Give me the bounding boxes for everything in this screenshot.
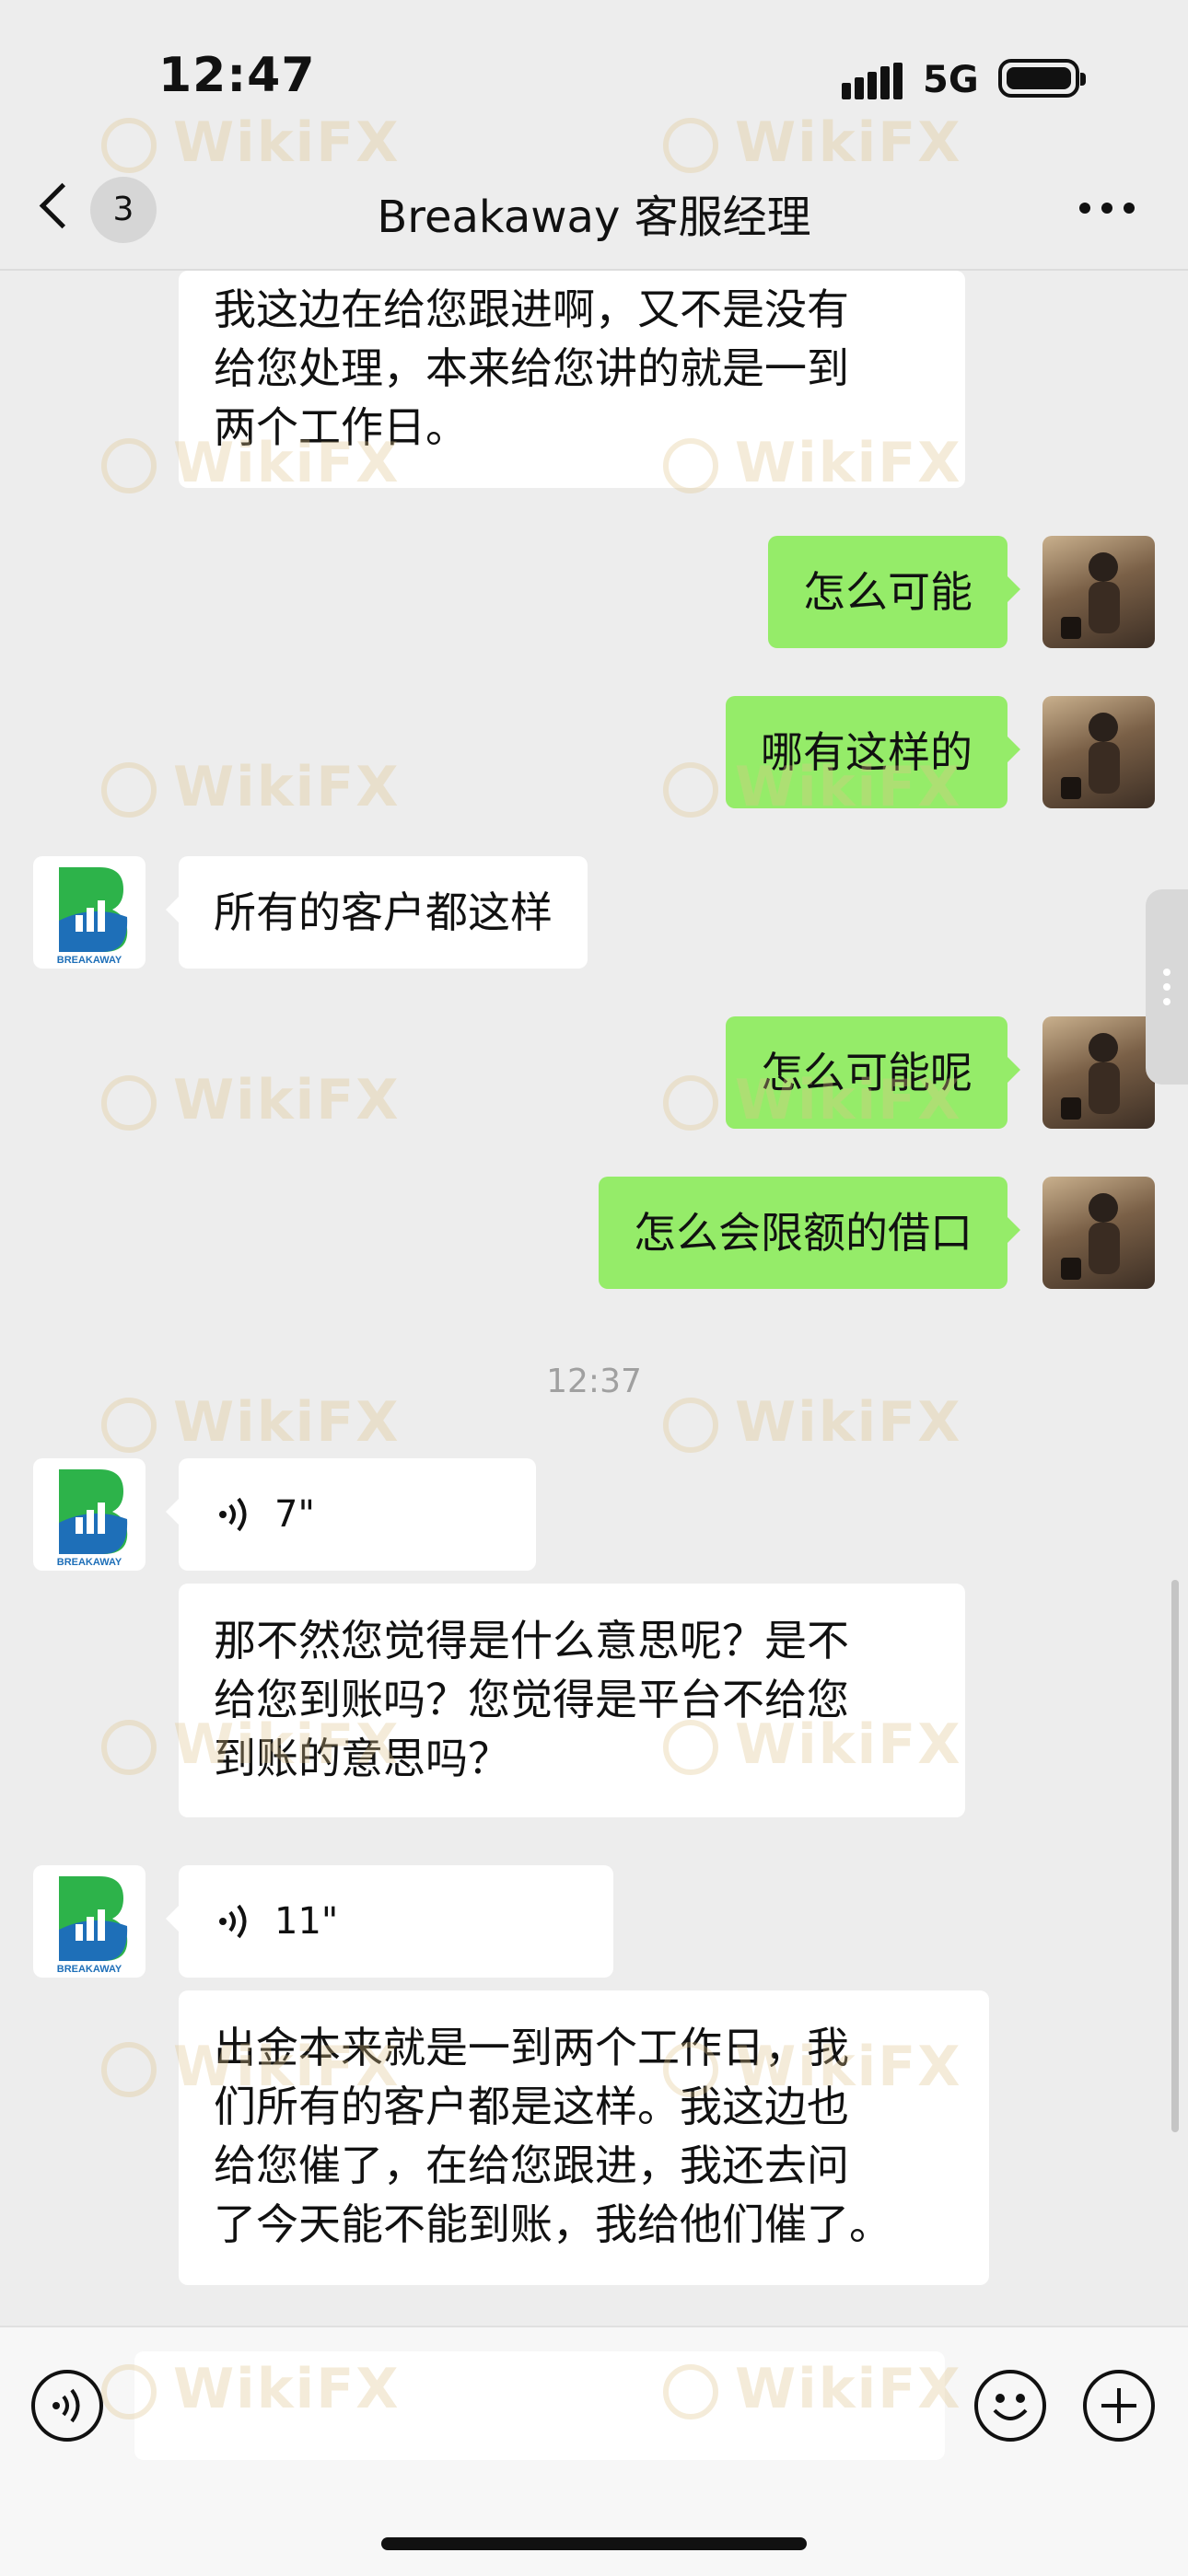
plus-icon bbox=[1101, 2388, 1136, 2423]
wikifx-logo-icon bbox=[101, 118, 157, 174]
message-line: 出金本来就是一到两个工作日，我 bbox=[214, 2023, 849, 2072]
dot-icon bbox=[1079, 203, 1090, 214]
status-time: 12:47 bbox=[158, 48, 316, 103]
voice-wave-icon bbox=[219, 1904, 247, 1939]
signal-icon bbox=[842, 63, 903, 99]
home-indicator[interactable] bbox=[381, 2537, 807, 2550]
chat-title: Breakaway 客服经理 bbox=[377, 191, 811, 243]
message-received[interactable]: 出金本来就是一到两个工作日，我 们所有的客户都是这样。我这边也 给您催了，在给您… bbox=[179, 1990, 989, 2285]
person-photo-icon bbox=[1061, 713, 1120, 799]
message-line: 给您处理，本来给您讲的就是一到 bbox=[214, 343, 849, 393]
voice-duration: 7" bbox=[274, 1493, 315, 1536]
smile-icon bbox=[993, 2394, 1028, 2420]
message-line: 了今天能不能到账，我给他们催了。 bbox=[214, 2199, 891, 2249]
dot-icon bbox=[1101, 203, 1112, 214]
voice-message[interactable]: 7" bbox=[166, 1458, 536, 1571]
breakaway-logo-icon: BREAKAWAY bbox=[57, 1469, 128, 1568]
wikifx-logo-icon bbox=[101, 438, 157, 494]
message-received[interactable]: 我这边在给您跟进啊，又不是没有 给您处理，本来给您讲的就是一到 两个工作日。 bbox=[179, 271, 965, 488]
watermark: WikiFX bbox=[663, 110, 961, 175]
wikifx-logo-icon bbox=[101, 2042, 157, 2098]
message-sent[interactable]: 怎么可能 bbox=[768, 536, 1020, 648]
network-type: 5G bbox=[923, 59, 979, 101]
wikifx-logo-icon bbox=[663, 1398, 718, 1454]
contact-avatar[interactable]: BREAKAWAY bbox=[33, 1865, 146, 1978]
breakaway-logo-icon: BREAKAWAY bbox=[57, 867, 128, 966]
more-functions-button[interactable] bbox=[1083, 2370, 1155, 2442]
watermark: WikiFX bbox=[101, 1068, 400, 1132]
person-photo-icon bbox=[1061, 552, 1120, 639]
user-avatar[interactable] bbox=[1042, 1177, 1155, 1289]
wikifx-logo-icon bbox=[663, 1075, 718, 1131]
person-photo-icon bbox=[1061, 1193, 1120, 1280]
message-received[interactable]: 那不然您觉得是什么意思呢？是不 给您到账吗？您觉得是平台不给您 到账的意思吗？ bbox=[179, 1584, 965, 1817]
message-line: 们所有的客户都是这样。我这边也 bbox=[214, 2082, 849, 2131]
watermark: WikiFX bbox=[101, 110, 400, 175]
message-line: 那不然您觉得是什么意思呢？是不 bbox=[214, 1616, 849, 1665]
wikifx-logo-icon bbox=[101, 1075, 157, 1131]
message-sent[interactable]: 怎么会限额的借口 bbox=[599, 1177, 1020, 1289]
battery-icon bbox=[998, 59, 1086, 98]
person-photo-icon bbox=[1061, 1033, 1120, 1120]
message-line: 两个工作日。 bbox=[214, 402, 468, 452]
user-avatar[interactable] bbox=[1042, 1016, 1155, 1129]
voice-input-button[interactable] bbox=[31, 2370, 103, 2442]
voice-message[interactable]: 11" bbox=[166, 1865, 613, 1978]
dot-icon bbox=[1163, 983, 1171, 991]
watermark-text: WikiFX bbox=[735, 110, 962, 175]
dot-icon bbox=[1163, 969, 1171, 976]
user-avatar[interactable] bbox=[1042, 536, 1155, 648]
wikifx-logo-icon bbox=[101, 1720, 157, 1776]
time-divider: 12:37 bbox=[546, 1363, 642, 1400]
breakaway-logo-icon: BREAKAWAY bbox=[57, 1876, 128, 1975]
contact-avatar[interactable]: BREAKAWAY bbox=[33, 1458, 146, 1571]
wikifx-logo-icon bbox=[663, 118, 718, 174]
emoji-button[interactable] bbox=[974, 2370, 1046, 2442]
watermark: WikiFX bbox=[101, 755, 400, 819]
user-avatar[interactable] bbox=[1042, 696, 1155, 808]
svg-text:BREAKAWAY: BREAKAWAY bbox=[57, 955, 122, 966]
side-drawer-handle[interactable] bbox=[1146, 889, 1188, 1085]
wikifx-logo-icon bbox=[663, 762, 718, 818]
voice-wave-icon bbox=[52, 2388, 80, 2423]
message-line: 给您到账吗？您觉得是平台不给您 bbox=[214, 1675, 849, 1724]
watermark-text: WikiFX bbox=[173, 755, 401, 819]
svg-text:BREAKAWAY: BREAKAWAY bbox=[57, 1964, 122, 1975]
dot-icon bbox=[1124, 203, 1135, 214]
message-line: 给您催了，在给您跟进，我还去问 bbox=[214, 2141, 849, 2190]
message-received[interactable]: 所有的客户都这样 bbox=[166, 856, 588, 969]
message-sent[interactable]: 怎么可能呢 bbox=[726, 1016, 1020, 1129]
wikifx-logo-icon bbox=[101, 1398, 157, 1454]
contact-avatar[interactable]: BREAKAWAY bbox=[33, 856, 146, 969]
watermark-text: WikiFX bbox=[173, 1068, 401, 1132]
message-line: 到账的意思吗？ bbox=[214, 1734, 510, 1783]
wikifx-logo-icon bbox=[101, 762, 157, 818]
dot-icon bbox=[1163, 998, 1171, 1005]
scrollbar[interactable] bbox=[1171, 1580, 1179, 2132]
message-input[interactable] bbox=[134, 2351, 945, 2460]
watermark-text: WikiFX bbox=[173, 110, 401, 175]
svg-text:BREAKAWAY: BREAKAWAY bbox=[57, 1557, 122, 1568]
message-sent[interactable]: 哪有这样的 bbox=[726, 696, 1020, 808]
voice-duration: 11" bbox=[274, 1900, 339, 1943]
more-options-button[interactable] bbox=[1079, 203, 1135, 215]
message-line: 我这边在给您跟进啊，又不是没有 bbox=[214, 284, 849, 334]
voice-wave-icon bbox=[219, 1497, 247, 1532]
